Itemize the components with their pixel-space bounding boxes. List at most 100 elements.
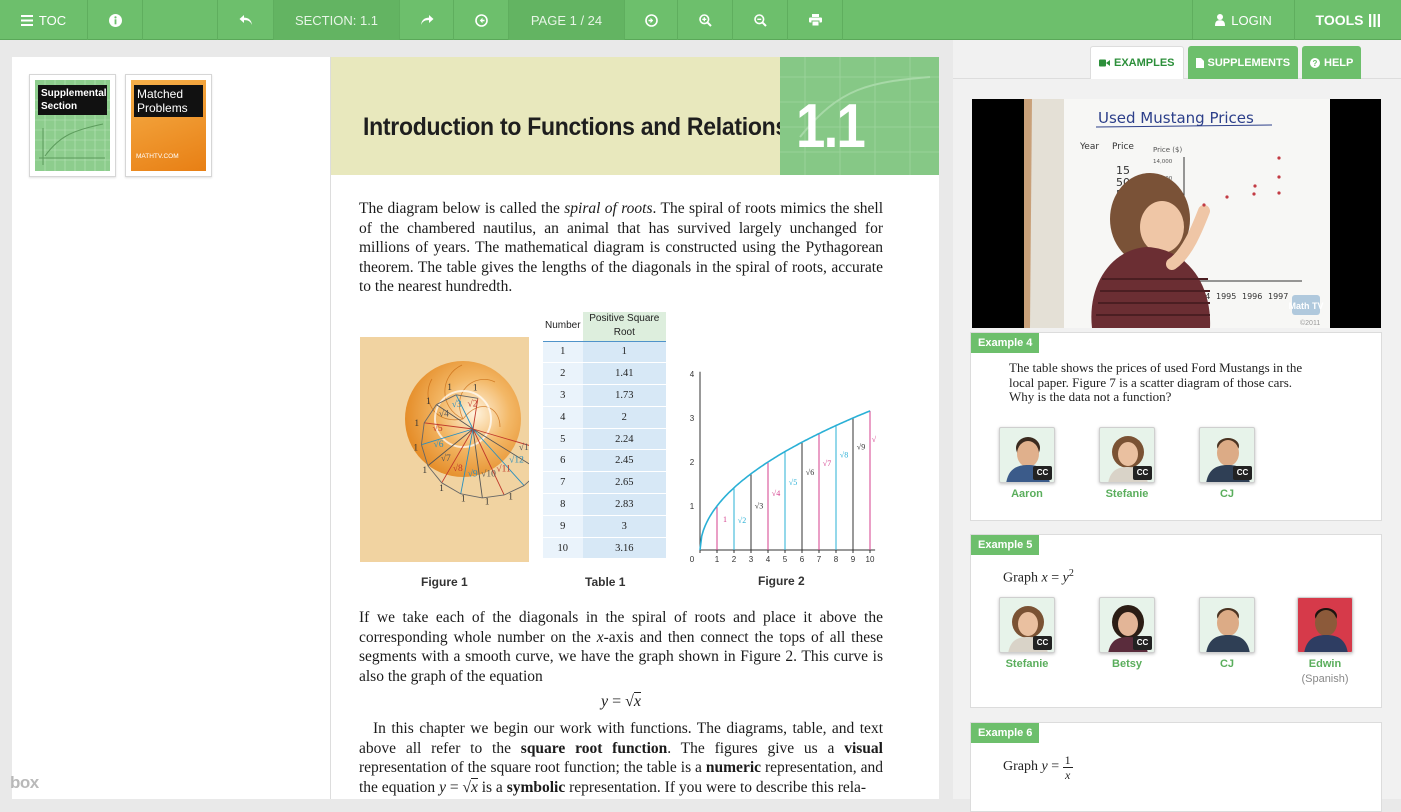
- example-video-player[interactable]: Used Mustang Prices Year Price Price ($) 14,…: [972, 99, 1381, 328]
- square-root-table: Number Positive Square Root 1 1 2 1.41 3 1.73…: [543, 312, 666, 560]
- closed-captions-badge: CC: [1233, 466, 1252, 480]
- x-tick-label: 6: [800, 555, 805, 564]
- scatter-point: [1225, 195, 1229, 199]
- forward-button[interactable]: [400, 0, 454, 40]
- example-equation: Graph x = y2: [1003, 567, 1074, 586]
- equation-equals: =: [608, 693, 626, 710]
- explanation-paragraph: If we take each of the diagonals in the …: [359, 608, 883, 686]
- resources-panel: EXAMPLES SUPPLEMENTS ? HELP Used Mustang…: [953, 40, 1401, 812]
- table-cell-number: 10: [543, 537, 583, 560]
- instructor-photo: [1199, 597, 1255, 653]
- info-button[interactable]: [88, 0, 143, 40]
- matched-problems-thumbnail[interactable]: Matched Problems MATHTV.COM: [125, 74, 212, 177]
- whiteboard-title: Used Mustang Prices: [1098, 109, 1254, 127]
- table-body: 1 1 2 1.41 3 1.73 4 2 5 2.24 6 2.45 7 2.65 8 2.83 9 3 10 3.…: [543, 341, 666, 560]
- printer-icon: [808, 14, 822, 26]
- whiteboard-year-col: Year: [1079, 142, 1099, 152]
- supplemental-section-thumbnail[interactable]: Supplemental Section: [29, 74, 116, 177]
- table-row: 5 2.24: [543, 428, 666, 451]
- instructor-cj[interactable]: CC CJ: [1199, 427, 1255, 500]
- thumbnail-art: Matched Problems MATHTV.COM: [131, 80, 206, 171]
- table-cell-number: 8: [543, 493, 583, 516]
- next-page-button[interactable]: [625, 0, 678, 40]
- segment-label: √8: [840, 451, 848, 460]
- table-cell-number: 4: [543, 406, 583, 429]
- previous-page-button[interactable]: [454, 0, 509, 40]
- instructor-name: Stefanie: [1105, 488, 1149, 500]
- equation-radical: √: [625, 693, 634, 710]
- zoom-in-button[interactable]: [678, 0, 733, 40]
- tab-examples[interactable]: EXAMPLES: [1090, 46, 1184, 79]
- paragraph-text: . The figures give us a: [667, 739, 845, 757]
- tab-supplements[interactable]: SUPPLEMENTS: [1187, 46, 1299, 79]
- table-cell-number: 2: [543, 362, 583, 386]
- x-tick-label: 5: [783, 555, 788, 564]
- zoom-out-button[interactable]: [733, 0, 788, 40]
- toc-button[interactable]: TOC: [0, 0, 88, 40]
- tools-label: TOOLS: [1315, 12, 1364, 28]
- top-toolbar: TOC SECTION: 1.1 PAGE 1 / 24 LOGIN TOOLS: [0, 0, 1401, 40]
- undo-arrow-icon: [239, 15, 252, 25]
- toolbar-spacer: [143, 0, 218, 40]
- table-cell-root: 2.24: [582, 428, 666, 451]
- instructor-photo: CC: [999, 597, 1055, 653]
- thumbnail-footer: MATHTV.COM: [136, 153, 179, 160]
- section-indicator[interactable]: SECTION: 1.1: [274, 0, 400, 40]
- spiral-unit-label: 1: [414, 419, 419, 429]
- segment-label: √9: [857, 443, 865, 452]
- paragraph-emphasis: spiral of roots: [564, 200, 653, 217]
- arrow-circle-right-icon: [644, 13, 658, 27]
- toolbar-spacer: [843, 0, 1193, 39]
- svg-text:?: ?: [1313, 59, 1318, 68]
- example-question: The table shows the prices of used Ford …: [1009, 360, 1303, 404]
- instructor-stefanie[interactable]: CC Stefanie: [999, 597, 1055, 670]
- instructor-edwin[interactable]: Edwin (Spanish): [1297, 597, 1353, 685]
- y-tick-label: 2: [690, 458, 695, 467]
- instructor-stefanie[interactable]: CC Stefanie: [1099, 427, 1155, 500]
- print-button[interactable]: [788, 0, 843, 40]
- instructor-betsy[interactable]: CC Betsy: [1099, 597, 1155, 670]
- whiteboard-y-value: 14,000: [1153, 159, 1173, 165]
- instructor-photo: CC: [1099, 597, 1155, 653]
- table-cell-root: 3.16: [582, 537, 666, 560]
- redo-arrow-icon: [420, 15, 433, 25]
- table-row: 93: [543, 515, 666, 538]
- back-button[interactable]: [218, 0, 274, 40]
- spiral-root-label: √10: [481, 469, 496, 480]
- paragraph-bold: visual: [844, 739, 883, 757]
- scatter-point: [1202, 203, 1206, 207]
- instructor-name: Edwin: [1308, 658, 1342, 670]
- zoom-out-icon: [753, 13, 767, 27]
- instructor-aaron[interactable]: CC Aaron: [999, 427, 1055, 500]
- login-button[interactable]: LOGIN: [1193, 0, 1295, 40]
- thumbnail-art: Supplemental Section: [35, 80, 110, 171]
- video-frame: Used Mustang Prices Year Price Price ($) 14,…: [1024, 99, 1330, 328]
- tools-button[interactable]: TOOLS: [1295, 0, 1401, 40]
- example-5-card: Example 5 Graph x = y2 CC Stefanie CC Be…: [970, 534, 1382, 708]
- page-indicator[interactable]: PAGE 1 / 24: [509, 0, 625, 40]
- spiral-unit-label: 1: [473, 384, 478, 394]
- x-tick-label: 8: [834, 555, 839, 564]
- nautilus-diagram: √2√3√4√5√6√7√8√9√10√11√12√13111111111111…: [405, 361, 529, 507]
- spiral-unit-label: 1: [508, 493, 513, 503]
- scatter-point: [1252, 192, 1256, 196]
- box-logo: box: [10, 773, 39, 792]
- instructor-name: Stefanie: [1005, 658, 1049, 670]
- example-badge: Example 6: [971, 723, 1040, 743]
- instructor-photo: [1297, 597, 1353, 653]
- section-title: Introduction to Functions and Relations: [363, 113, 788, 141]
- example-badge: Example 4: [971, 333, 1040, 353]
- tab-help[interactable]: ? HELP: [1302, 46, 1362, 79]
- table-cell-root: 3: [582, 515, 666, 538]
- scatter-point: [1277, 191, 1281, 195]
- x-tick-label: 1: [715, 555, 720, 564]
- instructor-cj[interactable]: CJ: [1199, 597, 1255, 670]
- table-cell-root: 2: [582, 406, 666, 429]
- x-tick-label: 10: [866, 555, 875, 564]
- table-cell-root: 1.41: [582, 362, 666, 386]
- figure-2-caption: Figure 2: [758, 574, 805, 588]
- mathtv-logo: Math TV: [1289, 301, 1324, 311]
- spiral-root-label: √4: [439, 408, 449, 419]
- y-tick-label: 4: [690, 370, 695, 379]
- instructor-language: (Spanish): [1301, 673, 1349, 685]
